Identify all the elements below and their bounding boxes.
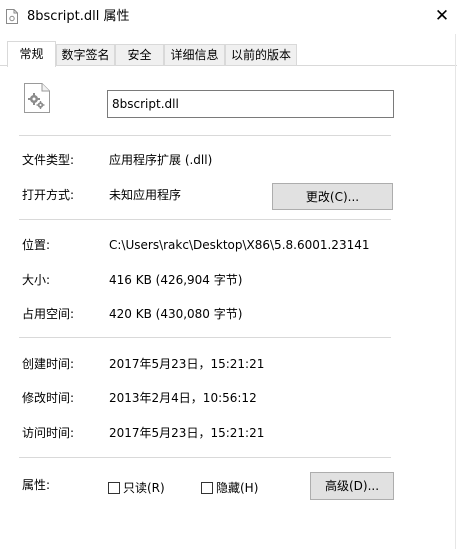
tab-panel-border [0, 65, 457, 66]
window-border [455, 34, 456, 549]
file-type-label: 文件类型: [22, 153, 75, 167]
readonly-checkbox[interactable]: 只读(R) [108, 479, 165, 496]
modified-label: 修改时间: [22, 391, 75, 405]
hidden-checkbox-label: 隐藏(H) [216, 481, 259, 495]
tab-digital-signatures[interactable]: 数字签名 [56, 44, 115, 66]
change-button[interactable]: 更改(C)... [272, 183, 393, 210]
dll-file-icon [6, 9, 18, 24]
file-type-value: 应用程序扩展 (.dll) [109, 153, 213, 167]
size-on-disk-value: 420 KB (430,080 字节) [109, 307, 243, 321]
dll-file-gear-icon [24, 83, 50, 113]
tab-details[interactable]: 详细信息 [164, 44, 225, 66]
separator [19, 135, 391, 136]
accessed-label: 访问时间: [22, 426, 75, 440]
close-button[interactable]: ✕ [431, 5, 453, 27]
hidden-checkbox-box[interactable] [201, 481, 213, 494]
advanced-button[interactable]: 高级(D)... [310, 472, 394, 500]
created-value: 2017年5月23日，15:21:21 [109, 357, 265, 371]
location-label: 位置: [22, 238, 51, 252]
separator [19, 457, 391, 458]
attributes-label: 属性: [22, 478, 51, 492]
file-name-input[interactable] [107, 90, 394, 118]
title-bar: 8bscript.dll 属性 ✕ [0, 0, 457, 34]
tab-general[interactable]: 常规 [7, 41, 56, 67]
window-title: 8bscript.dll 属性 [27, 9, 130, 24]
location-value: C:\Users\rakc\Desktop\X86\5.8.6001.23141 [109, 238, 370, 252]
created-label: 创建时间: [22, 357, 75, 371]
size-value: 416 KB (426,904 字节) [109, 273, 243, 287]
tab-previous-versions[interactable]: 以前的版本 [225, 44, 297, 66]
size-on-disk-label: 占用空间: [22, 307, 75, 321]
separator [19, 219, 391, 220]
readonly-checkbox-label: 只读(R) [123, 481, 165, 495]
size-label: 大小: [22, 273, 51, 287]
accessed-value: 2017年5月23日，15:21:21 [109, 426, 265, 440]
separator [19, 337, 391, 338]
tab-strip: 常规 数字签名 安全 详细信息 以前的版本 [0, 41, 457, 67]
opens-with-value: 未知应用程序 [109, 188, 182, 202]
tab-security[interactable]: 安全 [115, 44, 164, 66]
readonly-checkbox-box[interactable] [108, 481, 120, 494]
hidden-checkbox[interactable]: 隐藏(H) [201, 479, 258, 496]
opens-with-label: 打开方式: [22, 188, 75, 202]
modified-value: 2013年2月4日，10:56:12 [109, 391, 257, 405]
